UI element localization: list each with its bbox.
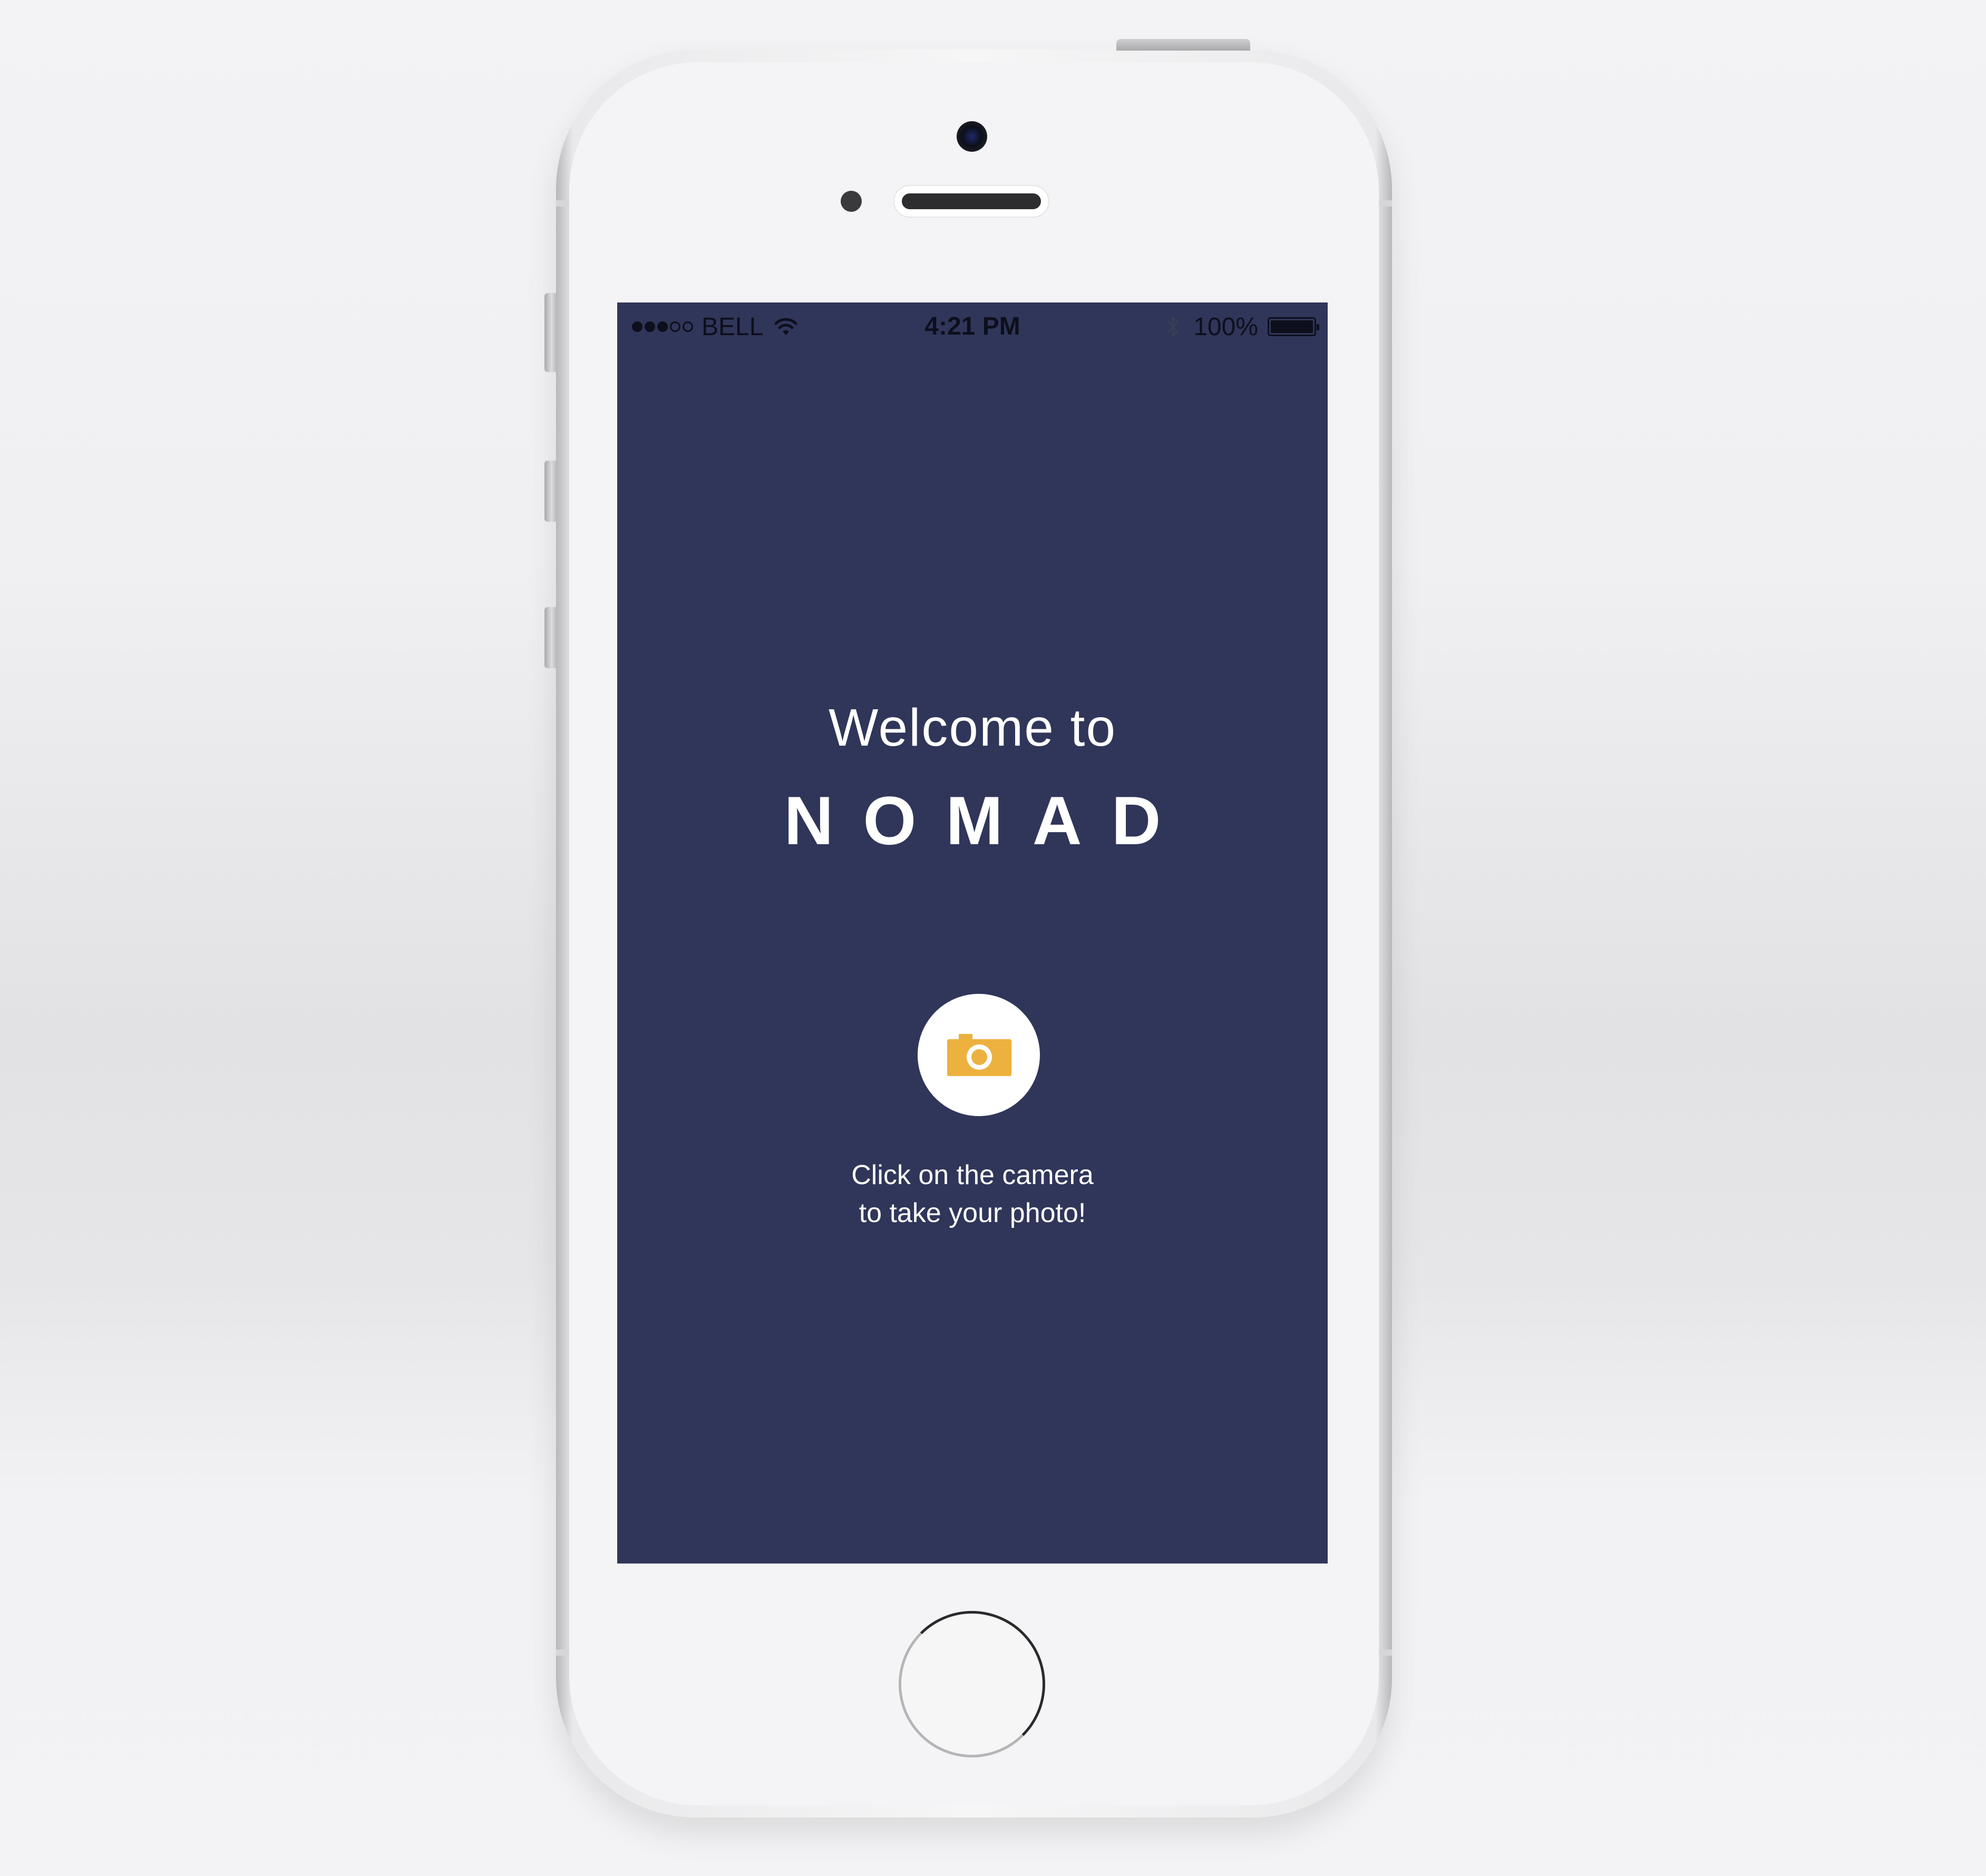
- earpiece-speaker: [894, 186, 1048, 217]
- status-bar-right: 100%: [1165, 312, 1319, 341]
- volume-up-button: [544, 461, 556, 522]
- app-screen: BELL 4:21 PM 100% Welcome to NOMAD Click…: [617, 302, 1328, 1564]
- front-camera-lens: [957, 121, 987, 152]
- volume-down-button: [544, 607, 556, 668]
- take-photo-button[interactable]: [918, 994, 1040, 1116]
- antenna-line: [1379, 1649, 1392, 1656]
- status-bar: BELL 4:21 PM 100%: [617, 302, 1328, 351]
- mute-switch: [544, 293, 556, 372]
- battery-level-fill: [1271, 320, 1313, 333]
- power-button: [1116, 39, 1250, 51]
- proximity-sensor: [841, 191, 862, 212]
- battery-percentage: 100%: [1193, 312, 1258, 341]
- hint-line: to take your photo!: [859, 1198, 1086, 1228]
- hint-line: Click on the camera: [851, 1160, 1094, 1190]
- bluetooth-icon: [1167, 316, 1179, 337]
- antenna-line: [556, 200, 569, 207]
- home-button[interactable]: [899, 1611, 1045, 1757]
- battery-icon: [1268, 317, 1319, 336]
- camera-icon: [947, 1034, 1011, 1076]
- camera-hint-text: Click on the camera to take your photo!: [617, 1156, 1328, 1232]
- welcome-heading: Welcome to: [828, 698, 1117, 757]
- antenna-line: [1379, 200, 1392, 207]
- app-name-title: NOMAD: [784, 782, 1191, 859]
- antenna-line: [556, 1649, 569, 1656]
